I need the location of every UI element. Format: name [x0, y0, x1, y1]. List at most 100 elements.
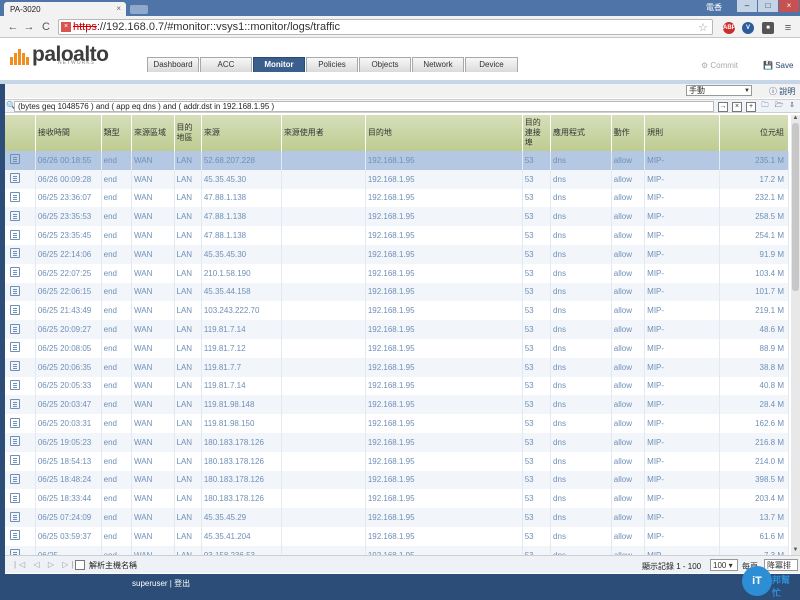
row-detail-cell[interactable]	[5, 263, 36, 283]
filter-input[interactable]: (bytes geq 1048576 ) and ( app eq dns ) …	[14, 101, 714, 112]
row-detail-cell[interactable]	[5, 357, 36, 377]
col-header-type[interactable]: 類型	[101, 115, 133, 151]
save-button[interactable]: 💾 Save	[763, 61, 793, 70]
tab-dashboard[interactable]: Dashboard	[147, 57, 199, 72]
table-row[interactable]: 06/25 21:43:49 end WAN LAN 103.243.222.70 192…	[5, 301, 789, 321]
new-tab-button[interactable]	[130, 5, 148, 14]
logout-link[interactable]: 登出	[174, 579, 190, 588]
col-header-destination[interactable]: 目的地	[365, 115, 523, 151]
col-header-time[interactable]: 接收時間	[35, 115, 102, 151]
tab-device[interactable]: Device	[465, 57, 518, 72]
tab-monitor[interactable]: Monitor	[253, 57, 305, 72]
add-filter-icon[interactable]: +	[746, 102, 756, 112]
col-header-application[interactable]: 應用程式	[550, 115, 612, 151]
tab-network[interactable]: Network	[412, 57, 464, 72]
clear-filter-icon[interactable]: ×	[732, 102, 742, 112]
log-detail-icon[interactable]	[10, 229, 20, 240]
row-detail-cell[interactable]	[5, 151, 36, 170]
window-close-button[interactable]: ×	[779, 0, 799, 12]
back-icon[interactable]: ←	[6, 20, 20, 34]
table-row[interactable]: 06/25 20:05:33 end WAN LAN 119.81.7.14 192.16…	[5, 376, 789, 396]
log-detail-icon[interactable]	[10, 342, 20, 353]
row-detail-cell[interactable]	[5, 169, 36, 189]
row-detail-cell[interactable]	[5, 508, 36, 527]
tab-acc[interactable]: ACC	[200, 57, 252, 72]
tab-close-icon[interactable]: ×	[116, 4, 121, 13]
extension-icon[interactable]: ■	[762, 22, 774, 34]
log-detail-icon[interactable]	[10, 379, 20, 390]
adblock-icon[interactable]: ABP	[723, 22, 736, 34]
scroll-down-icon[interactable]: ▼	[791, 547, 800, 555]
row-detail-cell[interactable]	[5, 545, 36, 555]
apply-filter-icon[interactable]: →	[718, 102, 728, 112]
log-detail-icon[interactable]	[10, 191, 20, 202]
row-detail-cell[interactable]	[5, 526, 36, 546]
row-detail-cell[interactable]	[5, 470, 36, 490]
log-detail-icon[interactable]	[10, 285, 20, 296]
table-row[interactable]: 06/26 00:09:28 end WAN LAN 45.35.45.30 192.16…	[5, 169, 789, 189]
log-detail-icon[interactable]	[10, 173, 20, 184]
table-row[interactable]: 06/25 23:35:53 end WAN LAN 47.88.1.138 192.16…	[5, 207, 789, 227]
log-detail-icon[interactable]	[10, 417, 20, 428]
table-row[interactable]: 06/25 20:03:47 end WAN LAN 119.81.98.148 192.…	[5, 395, 789, 415]
table-row[interactable]: 06/25 23:36:07 end WAN LAN 47.88.1.138 192.16…	[5, 188, 789, 208]
table-row[interactable]: 06/25 18:33:44 end WAN LAN 180.183.178.126 19…	[5, 489, 789, 509]
table-row[interactable]: 06/25 20:03:31 end WAN LAN 119.81.98.150 192.…	[5, 414, 789, 433]
table-row[interactable]: 06/25 20:09:27 end WAN LAN 119.81.7.14 192.16…	[5, 320, 789, 339]
table-row[interactable]: 06/25 22:14:06 end WAN LAN 45.35.45.30 192.16…	[5, 244, 789, 264]
col-header-from-zone[interactable]: 來源區域	[131, 115, 175, 151]
row-detail-cell[interactable]	[5, 244, 36, 264]
table-row[interactable]: 06/25 22:07:25 end WAN LAN 210.1.58.190 192.1…	[5, 263, 789, 283]
save-filter-icon[interactable]: 🗀	[760, 102, 770, 112]
table-row[interactable]: 06/25 19:05:23 end WAN LAN 180.183.178.126 19…	[5, 432, 789, 452]
row-detail-cell[interactable]	[5, 301, 36, 321]
log-detail-icon[interactable]	[10, 436, 20, 447]
log-detail-icon[interactable]	[10, 323, 20, 334]
forward-icon[interactable]: →	[22, 20, 36, 34]
vertical-scrollbar[interactable]: ▲ ▼	[791, 115, 800, 555]
log-detail-icon[interactable]	[10, 473, 20, 484]
table-row[interactable]: 06/25 22:06:15 end WAN LAN 45.35.44.158 192.1…	[5, 282, 789, 302]
table-row[interactable]: 06/25endWANLAN93.158.236.53 192.168.1.955…	[5, 545, 789, 555]
col-header-action[interactable]: 動作	[611, 115, 646, 151]
log-detail-icon[interactable]	[10, 530, 20, 541]
log-detail-icon[interactable]	[10, 248, 20, 259]
per-page-select[interactable]: 100 ▾	[710, 559, 738, 571]
load-filter-icon[interactable]: 🗁	[774, 102, 784, 112]
row-detail-cell[interactable]	[5, 432, 36, 452]
row-detail-cell[interactable]	[5, 282, 36, 302]
scroll-up-icon[interactable]: ▲	[791, 115, 800, 123]
table-row[interactable]: 06/25 03:59:37 end WAN LAN 45.35.41.204 192.1…	[5, 526, 789, 546]
col-header-to-zone[interactable]: 目的地區	[174, 115, 202, 151]
row-detail-cell[interactable]	[5, 414, 36, 433]
log-detail-icon[interactable]	[10, 154, 20, 165]
table-row[interactable]: 06/25 20:08:05 end WAN LAN 119.81.7.12 192.16…	[5, 338, 789, 358]
col-header-bytes[interactable]: 位元組	[719, 115, 789, 151]
col-header-source-user[interactable]: 來源使用者	[281, 115, 366, 151]
tab-policies[interactable]: Policies	[306, 57, 358, 72]
log-detail-icon[interactable]	[10, 267, 20, 278]
log-detail-icon[interactable]	[10, 455, 20, 466]
col-header-dest-port[interactable]: 目的連接埠	[522, 115, 552, 151]
row-detail-cell[interactable]	[5, 207, 36, 227]
log-detail-icon[interactable]	[10, 398, 20, 409]
table-row[interactable]: 06/25 07:24:09 end WAN LAN 45.35.45.29 192.16…	[5, 508, 789, 527]
maximize-button[interactable]: □	[758, 0, 778, 12]
row-detail-cell[interactable]	[5, 395, 36, 415]
browser-tab[interactable]: PA-3020 ×	[4, 2, 126, 16]
log-detail-icon[interactable]	[10, 492, 20, 503]
export-icon[interactable]: ⇩	[787, 102, 797, 112]
table-row[interactable]: 06/26 00:18:55 end WAN LAN 52.68.207.228 192.…	[5, 151, 789, 170]
row-detail-cell[interactable]	[5, 226, 36, 245]
table-row[interactable]: 06/25 18:48:24 end WAN LAN 180.183.178.126 19…	[5, 470, 789, 490]
row-detail-cell[interactable]	[5, 338, 36, 358]
refresh-select[interactable]: 手動 ▼	[686, 85, 752, 96]
tab-objects[interactable]: Objects	[359, 57, 411, 72]
commit-button[interactable]: ⚙ Commit	[701, 61, 738, 70]
log-detail-icon[interactable]	[10, 361, 20, 372]
pager-icons[interactable]: |◁ ◁ ▷ ▷|	[14, 560, 76, 569]
table-row[interactable]: 06/25 20:06:35 end WAN LAN 119.81.7.7 192.168…	[5, 357, 789, 377]
row-detail-cell[interactable]	[5, 489, 36, 509]
reload-icon[interactable]: C	[39, 20, 53, 34]
col-header-rule[interactable]: 規則	[644, 115, 721, 151]
